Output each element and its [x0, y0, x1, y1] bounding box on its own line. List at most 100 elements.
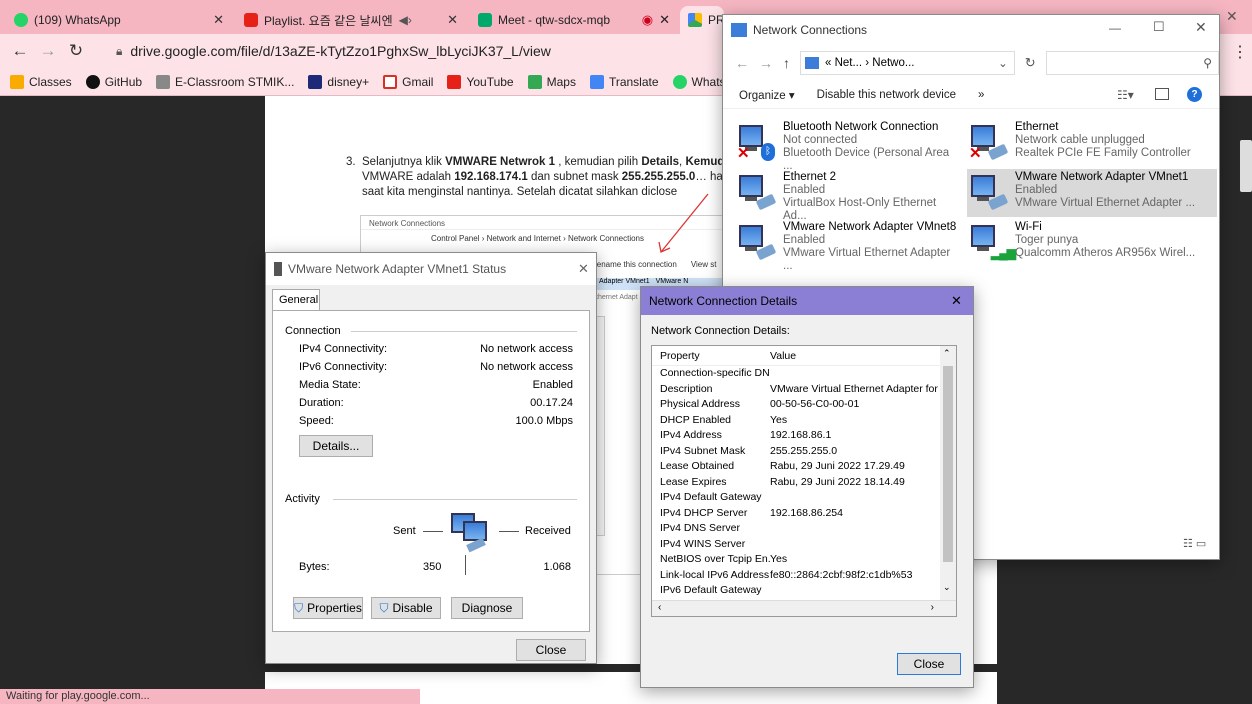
back-icon[interactable]: ← [6, 41, 34, 61]
maximize-icon[interactable]: ☐ [1153, 19, 1165, 35]
item-name: VMware Network Adapter VMnet1 [1015, 171, 1189, 183]
table-row[interactable]: DHCP Enabled Yes [652, 413, 956, 429]
refresh-icon[interactable]: ↻ [1025, 55, 1036, 71]
tab-general[interactable]: General [272, 289, 320, 311]
table-row[interactable]: IPv4 Address 192.168.86.1 [652, 428, 956, 444]
bookmark-disney[interactable]: disney+ [308, 74, 369, 89]
list-number: 3. [346, 156, 356, 168]
value-cell [770, 366, 956, 382]
close-button[interactable]: Close [516, 639, 586, 661]
network-connection-details-dialog: Network Connection Details ✕ Network Con… [640, 286, 974, 688]
preview-pane-icon[interactable] [1155, 88, 1169, 100]
property-cell: IPv6 Default Gateway [660, 584, 762, 596]
reload-icon[interactable]: ↻ [62, 41, 90, 61]
table-row[interactable]: Lease Obtained Rabu, 29 Juni 2022 17.29.4… [652, 459, 956, 475]
netconn-item-wifi[interactable]: ▂▄▆ Wi-Fi Toger punya Qualcomm Atheros AR9… [967, 221, 1217, 269]
youtube-icon [447, 74, 462, 89]
table-row[interactable]: Physical Address 00-50-56-C0-00-01 [652, 397, 956, 413]
tab-playlist[interactable]: Playlist. 요즘 같은 날씨엔 ◀› ✕ [236, 6, 466, 34]
property-cell: IPv4 Address [660, 429, 722, 441]
table-row[interactable]: IPv6 Default Gateway [652, 583, 956, 599]
menu-icon[interactable]: ⋮ [1232, 42, 1248, 62]
close-icon[interactable]: ✕ [1195, 19, 1207, 36]
table-header: Property Value [652, 346, 956, 366]
minimize-icon[interactable]: — [1109, 21, 1121, 35]
column-header-property[interactable]: Property [652, 346, 770, 365]
disable-device-button[interactable]: Disable this network device [817, 89, 956, 101]
close-tab-icon[interactable]: ✕ [213, 12, 224, 28]
vertical-scrollbar[interactable]: ⌃ ⌄ [940, 346, 956, 602]
close-tab-icon[interactable]: ✕ [659, 12, 670, 28]
netconn-item-vmnet1[interactable]: VMware Network Adapter VMnet1 Enabled VMwa… [967, 169, 1217, 217]
bookmark-translate[interactable]: Translate [589, 74, 659, 89]
close-icon[interactable]: ✕ [951, 293, 962, 309]
browser-status-bar: Waiting for play.google.com... [0, 689, 420, 704]
details-button[interactable]: Details... [299, 435, 373, 457]
activity-computers-icon [449, 511, 489, 553]
organize-menu[interactable]: Organize ▾ [739, 88, 795, 102]
tab-whatsapp[interactable]: (109) WhatsApp ✕ [6, 6, 232, 34]
address-bar[interactable]: 🔒︎ drive.google.com/file/d/13aZE-kTytZzo… [104, 38, 724, 64]
diagnose-button[interactable]: Diagnose [451, 597, 523, 619]
view-options-icon[interactable]: ☷▾ [1117, 88, 1134, 102]
close-tab-icon[interactable]: ✕ [447, 12, 458, 28]
chevron-down-icon[interactable]: ⌄ [998, 56, 1008, 70]
tab-title: Meet - qtw-sdcx-mqb [498, 13, 611, 27]
disable-button[interactable]: ⛉ Disable [371, 597, 441, 619]
breadcrumb[interactable]: « Net... › Netwo... ⌄ [800, 51, 1015, 75]
red-arrow-annotation [658, 193, 709, 253]
window-close-icon[interactable]: ✕ [1226, 8, 1238, 25]
scroll-right-icon[interactable]: › [931, 602, 934, 613]
scroll-thumb[interactable] [943, 366, 953, 562]
table-row[interactable]: Connection-specific DN... [652, 366, 956, 382]
column-header-value[interactable]: Value [770, 346, 956, 365]
netconn-item-ethernet[interactable]: ✕ Ethernet Network cable unplugged Realtek… [967, 121, 1193, 169]
bookmark-maps[interactable]: Maps [527, 74, 576, 89]
tab-meet[interactable]: Meet - qtw-sdcx-mqb ◉ ✕ [470, 6, 678, 34]
tab-drive[interactable]: PRA [680, 6, 724, 34]
netconn-item-bluetooth[interactable]: ✕ ᛒ Bluetooth Network Connection Not conn… [735, 121, 961, 172]
table-row[interactable]: IPv4 WINS Server [652, 537, 956, 553]
item-name: Bluetooth Network Connection [783, 121, 939, 133]
bookmark-classes[interactable]: Classes [10, 74, 72, 89]
bookmark-gmail[interactable]: Gmail [383, 74, 433, 89]
table-row[interactable]: Link-local IPv6 Address fe80::2864:2cbf:9… [652, 568, 956, 584]
details-view-icon[interactable]: ☷ ▭ [1183, 537, 1206, 550]
bookmark-youtube[interactable]: YouTube [447, 74, 514, 89]
recording-icon: ◉ [641, 12, 654, 27]
netconn-item-vmnet8[interactable]: VMware Network Adapter VMnet8 Enabled VMwa… [735, 221, 961, 272]
bookmark-github[interactable]: GitHub [85, 74, 142, 89]
table-row[interactable]: Lease Expires Rabu, 29 Juni 2022 18.14.49 [652, 475, 956, 491]
properties-button[interactable]: ⛉ Properties [293, 597, 363, 619]
table-row[interactable]: IPv4 DHCP Server 192.168.86.254 [652, 506, 956, 522]
horizontal-scrollbar[interactable]: ‹ › [652, 600, 956, 616]
bookmark-eclassroom[interactable]: E-Classroom STMIK... [156, 74, 294, 89]
up-icon[interactable]: ↑ [783, 55, 790, 71]
value-cell [770, 537, 956, 553]
scroll-down-icon[interactable]: ⌄ [943, 582, 951, 593]
table-row[interactable]: Description VMware Virtual Ethernet Adapt… [652, 382, 956, 398]
forward-icon[interactable]: → [759, 55, 773, 71]
more-commands[interactable]: » [978, 89, 984, 101]
scroll-left-icon[interactable]: ‹ [658, 602, 661, 613]
item-device: VMware Virtual Ethernet Adapter ... [1015, 197, 1196, 209]
close-icon[interactable]: ✕ [578, 261, 589, 277]
audio-icon[interactable]: ◀› [399, 13, 412, 27]
disney-icon [308, 74, 323, 89]
table-row[interactable]: IPv4 DNS Server [652, 521, 956, 537]
scroll-up-icon[interactable]: ⌃ [943, 348, 951, 359]
close-button[interactable]: Close [897, 653, 961, 675]
bluetooth-icon: ᛒ [761, 143, 775, 161]
ipv6-label: IPv6 Connectivity: [299, 361, 388, 373]
viewer-scroll-handle[interactable] [1240, 140, 1252, 192]
back-icon[interactable]: ← [735, 55, 749, 71]
netconn-item-ethernet2[interactable]: Ethernet 2 Enabled VirtualBox Host-Only Et… [735, 171, 961, 222]
property-cell: Connection-specific DN... [660, 367, 770, 379]
table-row[interactable]: NetBIOS over Tcpip En... Yes [652, 552, 956, 568]
help-icon[interactable]: ? [1187, 87, 1202, 102]
property-cell: Link-local IPv6 Address [660, 568, 770, 581]
table-row[interactable]: IPv4 Default Gateway [652, 490, 956, 506]
table-row[interactable]: IPv4 Subnet Mask 255.255.255.0 [652, 444, 956, 460]
search-input[interactable]: ⚲ [1045, 51, 1219, 75]
forward-icon[interactable]: → [34, 41, 62, 61]
